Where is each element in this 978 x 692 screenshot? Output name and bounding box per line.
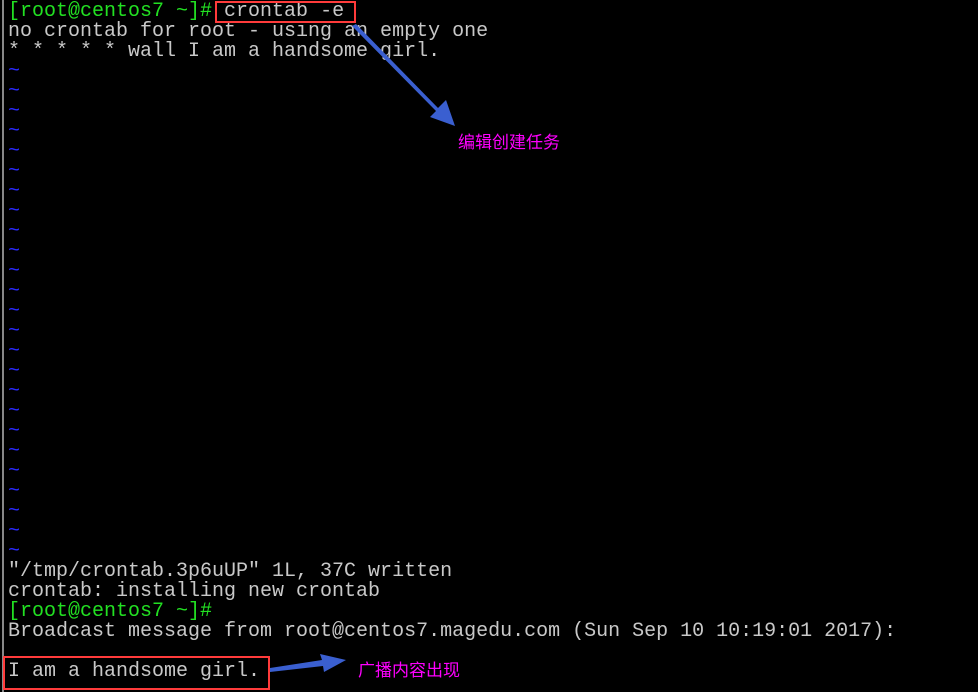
annotation-arrows (270, 24, 455, 672)
broadcast-annotation: 广播内容出现 (358, 661, 460, 681)
arrow-icon (352, 24, 455, 126)
edit-annotation: 编辑创建任务 (458, 133, 560, 153)
arrow-icon (270, 654, 346, 672)
